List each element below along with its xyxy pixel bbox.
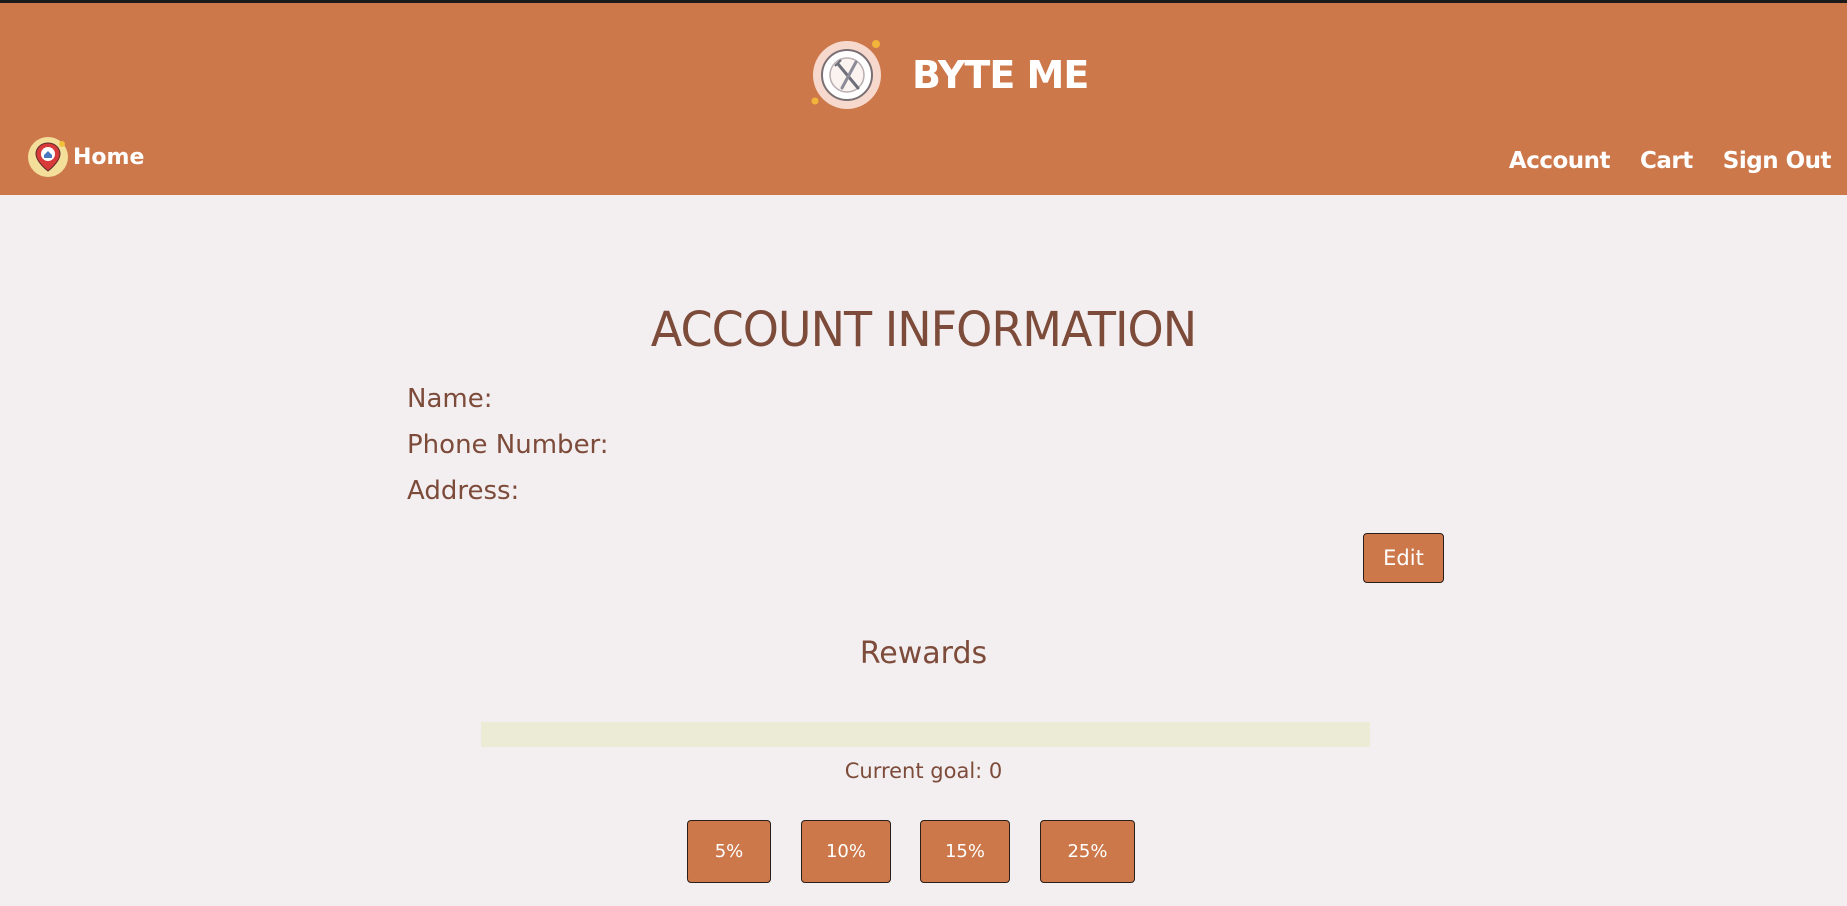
nav-cart-link[interactable]: Cart [1640,148,1693,174]
nav-account-link[interactable]: Account [1509,148,1611,174]
reward-25-percent-button[interactable]: 25% [1040,820,1135,883]
rewards-title: Rewards [859,636,988,671]
plate-fork-knife-icon [808,36,886,114]
location-pin-home-icon [26,135,70,179]
reward-5-percent-button[interactable]: 5% [687,820,771,883]
site-header: BYTE ME Home Account Cart Sign Out [0,3,1847,195]
address-label: Address: [407,476,520,506]
name-label: Name: [407,384,493,414]
nav-sign-out-link[interactable]: Sign Out [1723,148,1832,174]
reward-15-percent-button[interactable]: 15% [920,820,1010,883]
phone-number-label: Phone Number: [407,430,609,460]
reward-10-percent-button[interactable]: 10% [801,820,891,883]
current-goal-text: Current goal: 0 [844,759,1003,783]
page-title: ACCOUNT INFORMATION [650,300,1197,358]
main-nav: Account Cart Sign Out [1509,148,1832,174]
brand-title: BYTE ME [912,53,1089,97]
rewards-progress-bar [481,722,1370,747]
home-label: Home [73,144,145,170]
home-link[interactable]: Home [26,135,144,179]
account-info-list: Name: Phone Number: Address: [407,382,609,520]
brand: BYTE ME [808,36,1089,114]
edit-button[interactable]: Edit [1363,533,1444,583]
